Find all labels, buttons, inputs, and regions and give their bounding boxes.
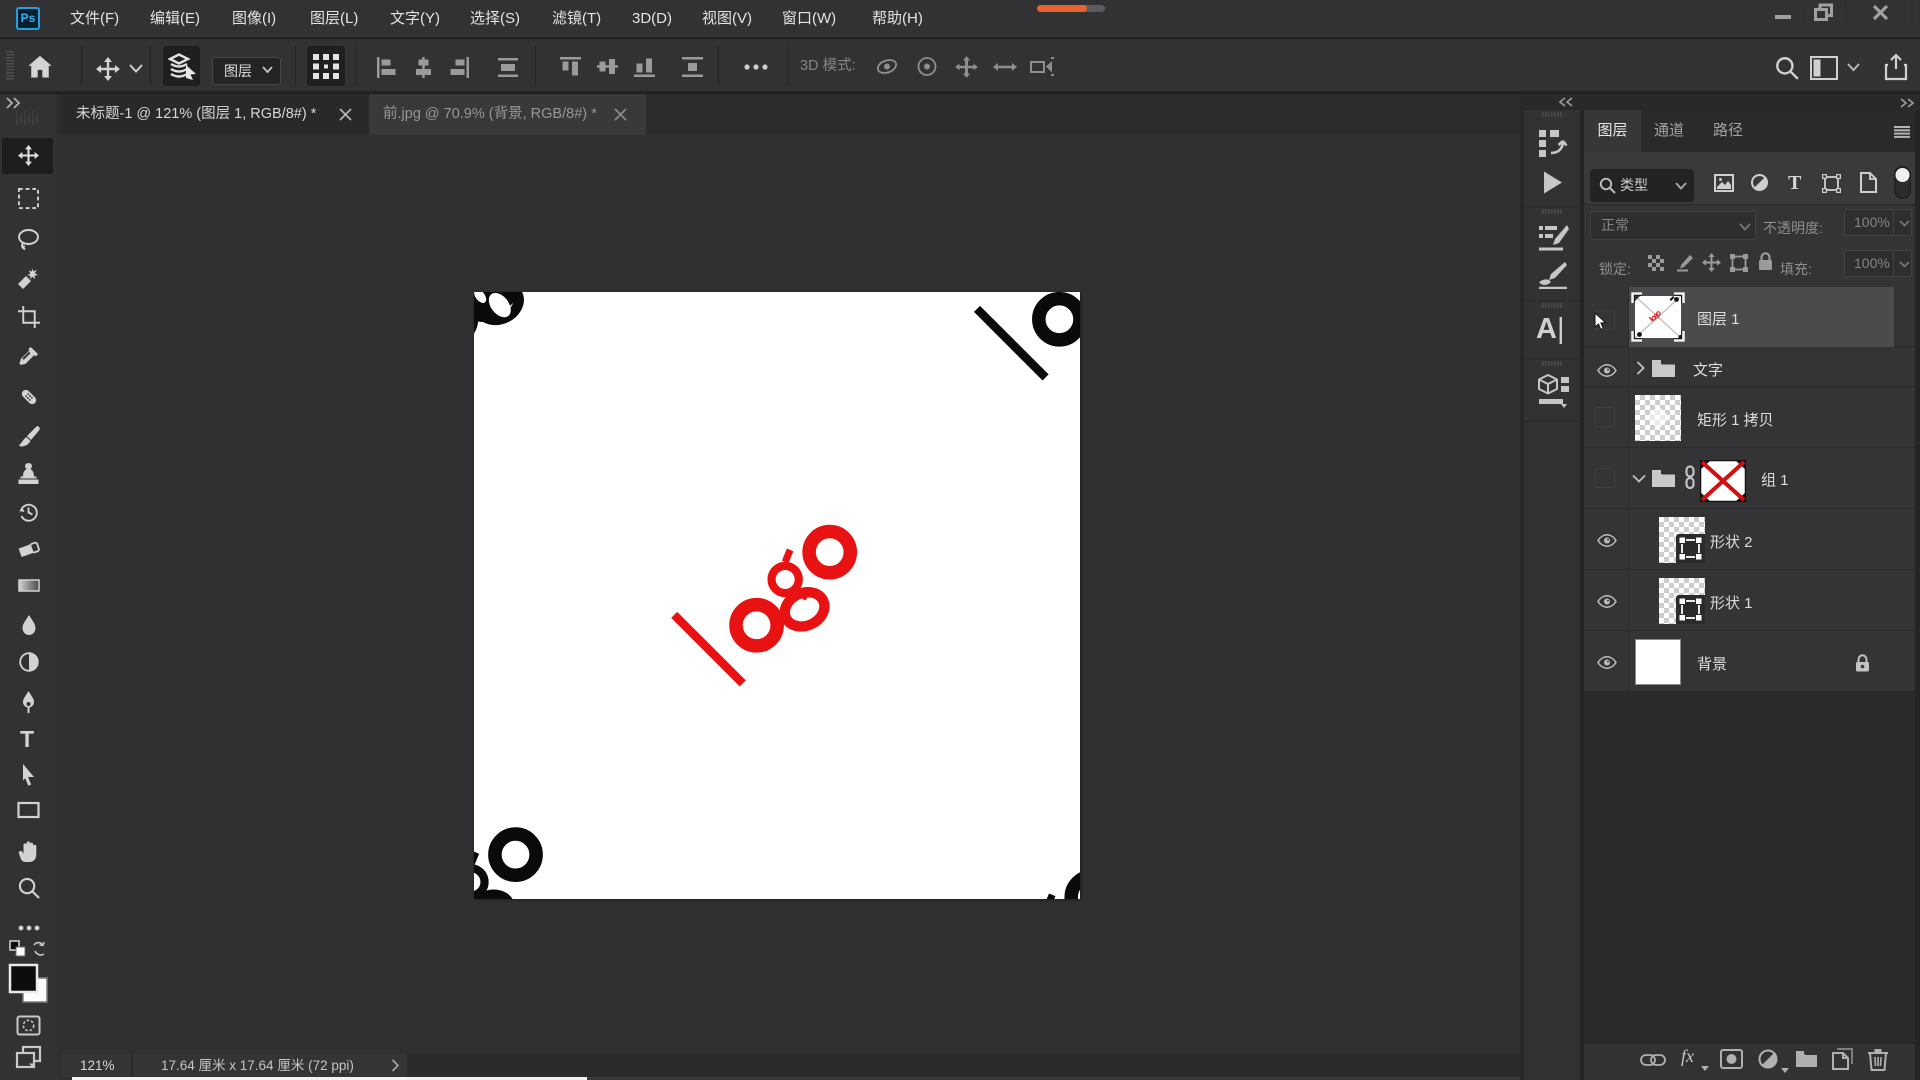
svg-text:T: T [20,727,34,751]
